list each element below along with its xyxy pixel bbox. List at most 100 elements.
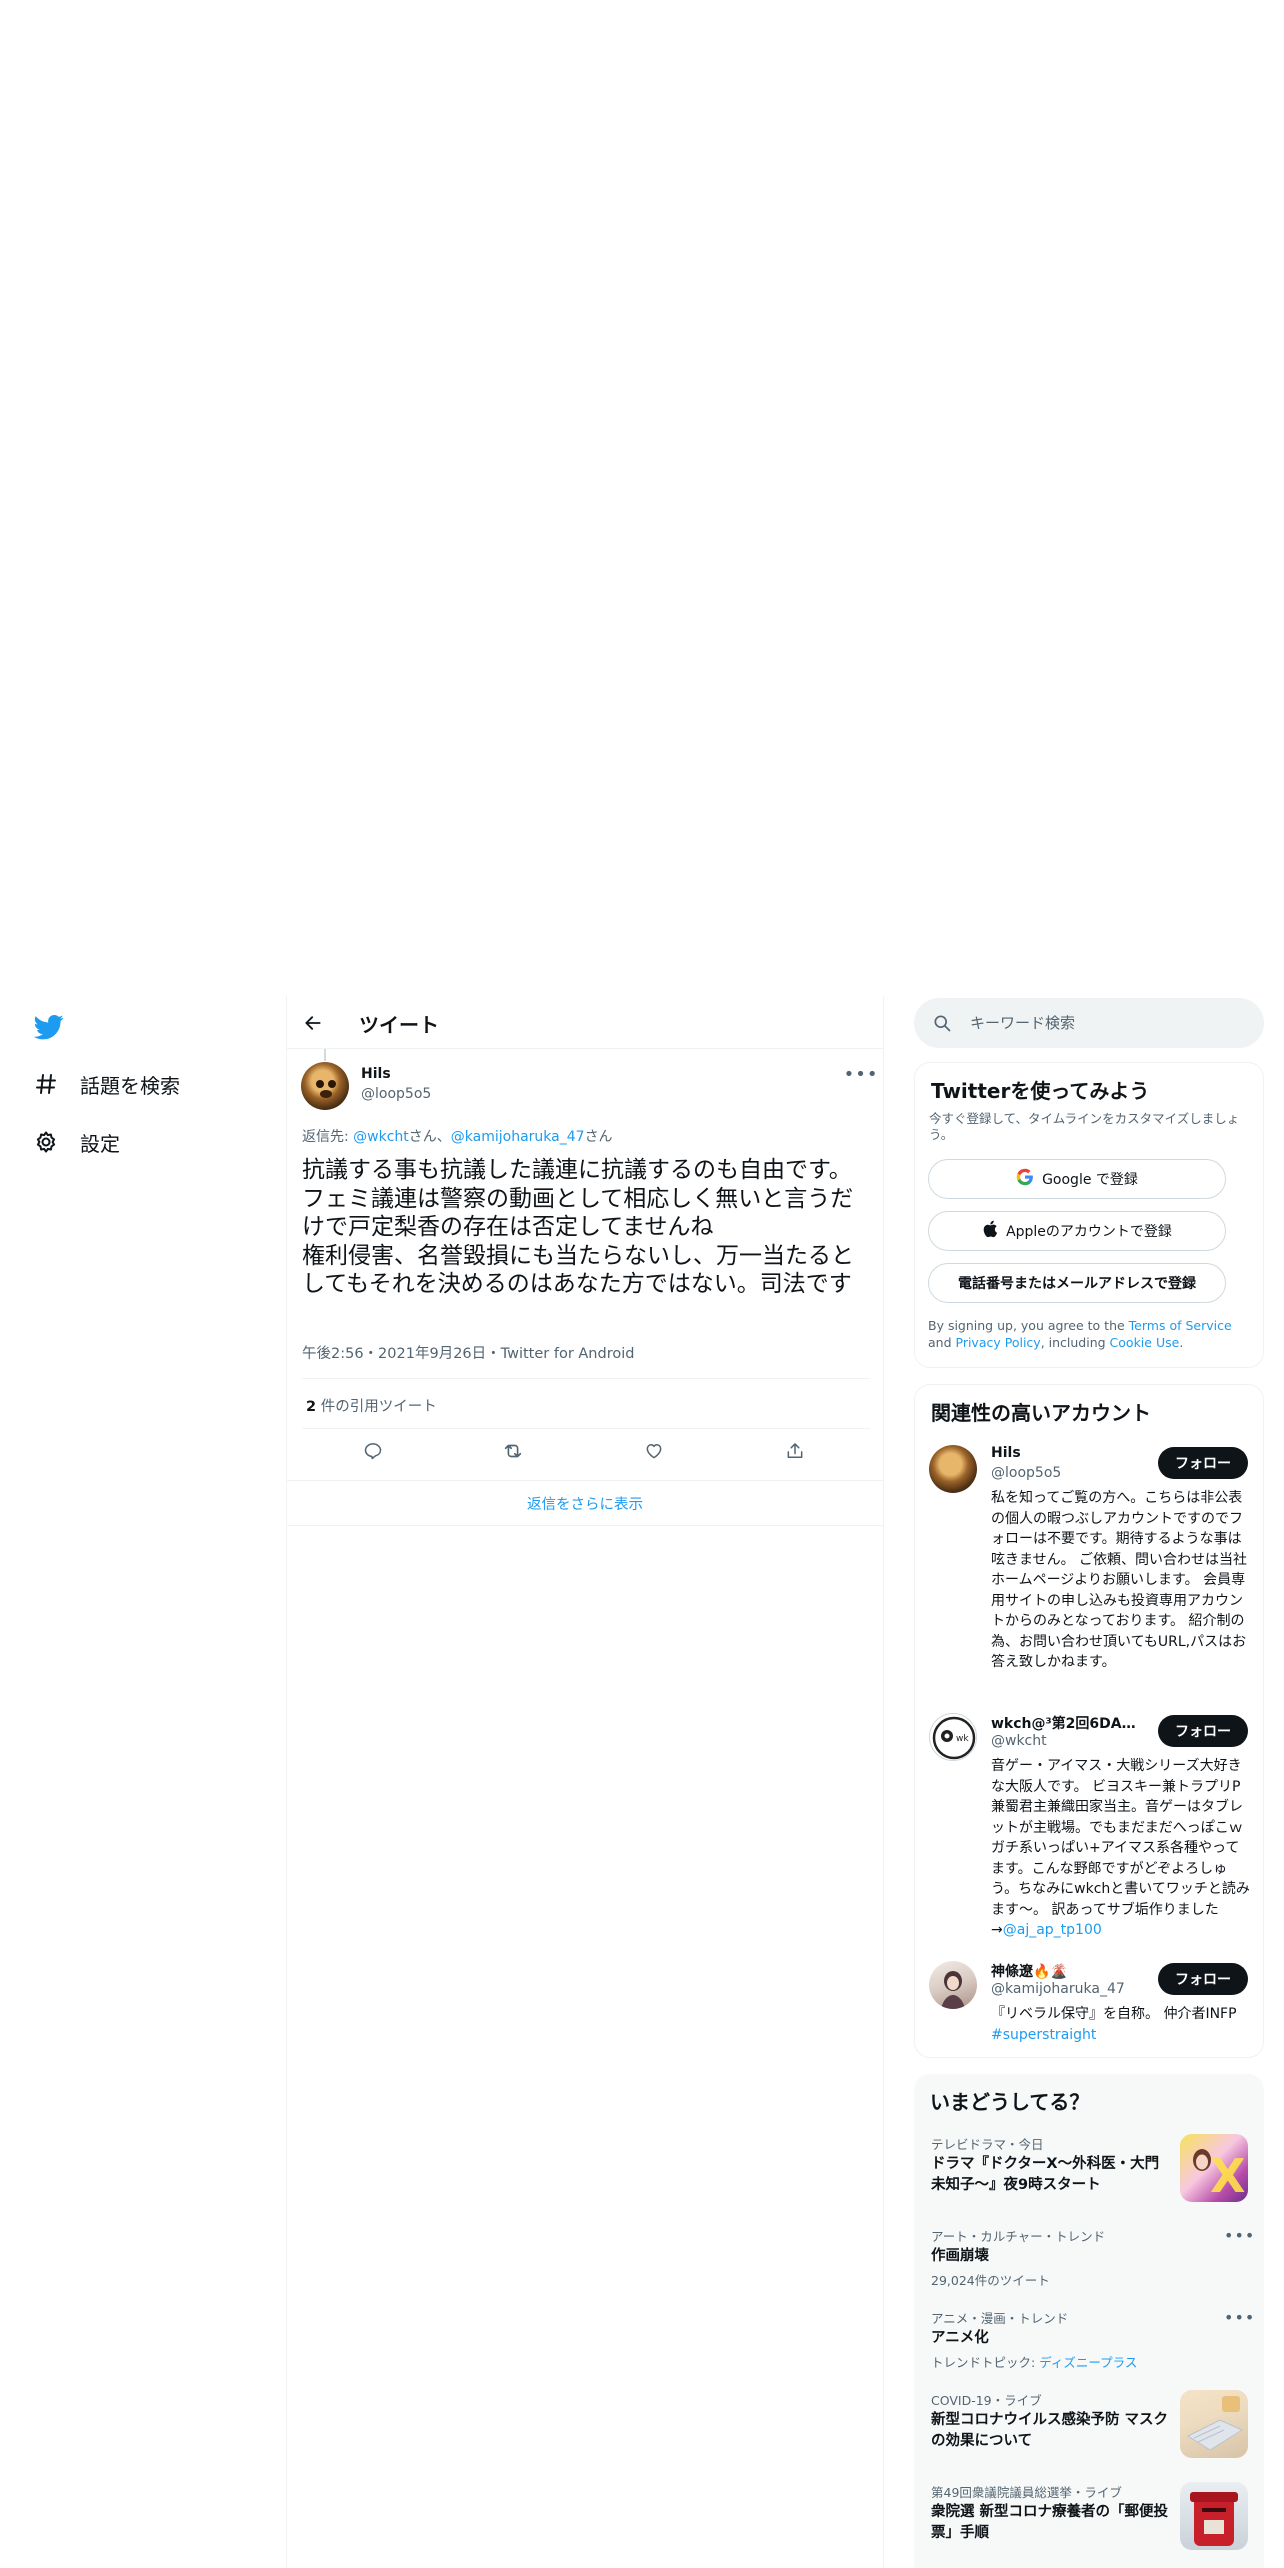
follow-button[interactable]: フォロー (1158, 1715, 1248, 1747)
avatar[interactable] (301, 1062, 349, 1110)
legal-text: , including (1040, 1335, 1110, 1350)
legal-text: . (1179, 1335, 1184, 1350)
tweet-timestamp[interactable]: 午後2:56・2021年9月26日・Twitter for Android (302, 1342, 634, 1363)
search-icon (932, 1013, 952, 1033)
divider (302, 1378, 870, 1379)
svg-text:X: X (1210, 2149, 1245, 2202)
more-options-icon[interactable]: ••• (844, 1062, 878, 1086)
account-bio: 私を知ってご覧の方へ。こちらは非公表の個人の暇つぶしアカウントですのでフォローは… (991, 1490, 1248, 1670)
reply-icon[interactable] (356, 1434, 390, 1468)
account-name[interactable]: 神條遼🔥🌋 (991, 1961, 1141, 1981)
google-signup-button[interactable]: Google で登録 (928, 1159, 1226, 1199)
more-options-icon[interactable]: ••• (1224, 2308, 1255, 2327)
back-arrow-icon[interactable] (297, 1007, 329, 1039)
trend-title: 新型コロナウイルス感染予防 マスクの効果について (931, 2412, 1169, 2449)
privacy-link[interactable]: Privacy Policy (956, 1335, 1041, 1350)
trend-meta: アニメ・漫画・トレンド (931, 2311, 1069, 2326)
apple-signup-label: Appleのアカウントで登録 (1006, 1224, 1172, 1240)
tweet-text: 抗議する事も抗議した議連に抗議するのも自由です。 フェミ議連は警察の動画として相… (302, 1157, 854, 1297)
nav-settings[interactable]: 設定 (32, 1122, 120, 1162)
trends-title: いまどうしてる？ (930, 2090, 1090, 2114)
related-title: 関連性の高いアカウント (931, 1401, 1151, 1425)
trend-title: ドラマ『ドクターX～外科医・大門未知子～』夜9時スタート (931, 2156, 1160, 2193)
gear-icon (32, 1128, 60, 1156)
trend-title: アニメ化 (931, 2330, 989, 2346)
avatar[interactable] (929, 1445, 977, 1493)
trend-meta: テレビドラマ・今日 (931, 2137, 1044, 2152)
signup-subtitle: 今すぐ登録して、タイムラインをカスタマイズしましょう。 (929, 1111, 1240, 1142)
trend-tweet-count: 29,024件のツイート (931, 2273, 1050, 2288)
show-more-replies-button[interactable]: 返信をさらに表示 (287, 1480, 883, 1526)
google-icon (1016, 1168, 1034, 1190)
signup-card: Twitterを使ってみよう 今すぐ登録して、タイムラインをカスタマイズしましょ… (914, 1062, 1264, 1368)
google-signup-label: Google で登録 (1042, 1172, 1138, 1188)
terms-link[interactable]: Terms of Service (1129, 1318, 1232, 1333)
trend-meta: 第49回衆議院議員総選挙・ライブ (931, 2485, 1122, 2500)
postbox-thumbnail (1180, 2482, 1248, 2550)
trend-item[interactable]: テレビドラマ・今日 ドラマ『ドクターX～外科医・大門未知子～』夜9時スタート X (914, 2134, 1264, 2206)
retweet-icon[interactable] (496, 1434, 530, 1468)
trend-topic: トレンドトピック: ディズニープラス (931, 2352, 1137, 2371)
quote-tweets-link[interactable]: 2 件の引用ツイート (306, 1395, 437, 1416)
trend-meta: COVID-19・ライブ (931, 2393, 1042, 2408)
follow-button[interactable]: フォロー (1158, 1447, 1248, 1479)
search-input[interactable] (970, 1014, 1240, 1032)
phone-email-signup-button[interactable]: 電話番号またはメールアドレスで登録 (928, 1263, 1226, 1303)
reply-user-link[interactable]: @wkcht (353, 1129, 409, 1145)
nav-explore[interactable]: 話題を検索 (32, 1064, 180, 1104)
mask-thumbnail (1180, 2390, 1248, 2458)
account-handle[interactable]: @wkcht (991, 1733, 1047, 1749)
related-accounts-card: 関連性の高いアカウント Hils @loop5o5 フォロー 私を知ってご覧の方… (914, 1384, 1264, 2058)
trend-topic-prefix: トレンドトピック: (931, 2355, 1040, 2370)
account-handle[interactable]: @loop5o5 (991, 1465, 1061, 1481)
trend-title: 衆院選 新型コロナ療養者の「郵便投票」手順 (931, 2504, 1169, 2541)
tweet-author-name[interactable]: Hils (361, 1066, 391, 1082)
cookie-link[interactable]: Cookie Use (1110, 1335, 1180, 1350)
page-title: ツイート (359, 1013, 439, 1037)
svg-text:wk: wk (956, 1734, 969, 1744)
bio-mention-link[interactable]: @aj_ap_tp100 (1003, 1922, 1102, 1938)
reply-suffix: さん (584, 1129, 613, 1145)
apple-signup-button[interactable]: Appleのアカウントで登録 (928, 1211, 1226, 1251)
trend-item[interactable]: アート・カルチャー・トレンド 作画崩壊 29,024件のツイート ••• (914, 2226, 1264, 2290)
account-bio: 音ゲー・アイマス・大戦シリーズ大好きな大阪人です。 ビヨスキー兼トラプリP兼蜀君… (991, 1756, 1251, 1941)
avatar[interactable]: wk (929, 1713, 977, 1761)
apple-icon (982, 1220, 998, 1242)
trend-topic-link[interactable]: ディズニープラス (1039, 2355, 1137, 2370)
phone-email-signup-label: 電話番号またはメールアドレスで登録 (958, 1276, 1196, 1292)
like-icon[interactable] (637, 1434, 671, 1468)
account-name[interactable]: Hils (991, 1445, 1141, 1461)
main-column: ツイート Hils @loop5o5 ••• 返信先: @wkchtさん、@ka… (286, 996, 884, 2568)
main-header: ツイート (287, 996, 883, 1049)
signup-legal: By signing up, you agree to the Terms of… (928, 1317, 1252, 1351)
signup-title: Twitterを使ってみよう (931, 1079, 1150, 1103)
more-options-icon[interactable]: ••• (1224, 2226, 1255, 2245)
follow-button[interactable]: フォロー (1158, 1963, 1248, 1995)
trend-title: 作画崩壊 (931, 2248, 989, 2264)
search-box[interactable] (914, 998, 1264, 1048)
trend-item[interactable]: アニメ・漫画・トレンド アニメ化 トレンドトピック: ディズニープラス ••• (914, 2308, 1264, 2372)
nav-settings-label: 設定 (80, 1131, 120, 1156)
twitter-bird-icon[interactable] (33, 1012, 64, 1042)
account-handle[interactable]: @kamijoharuka_47 (991, 1981, 1125, 1997)
trend-item[interactable]: 第49回衆議院議員総選挙・ライブ 衆院選 新型コロナ療養者の「郵便投票」手順 (914, 2482, 1264, 2554)
quote-label: 件の引用ツイート (316, 1399, 437, 1415)
thread-line (324, 1049, 326, 1061)
account-name[interactable]: wkch@³第2回6DANCE (991, 1713, 1141, 1733)
tweet-author-handle[interactable]: @loop5o5 (361, 1086, 431, 1102)
quote-count: 2 (306, 1399, 317, 1415)
reply-to: 返信先: @wkchtさん、@kamijoharuka_47さん (302, 1126, 613, 1146)
trend-item[interactable]: COVID-19・ライブ 新型コロナウイルス感染予防 マスクの効果について (914, 2390, 1264, 2462)
avatar[interactable] (929, 1961, 977, 2009)
legal-text: By signing up, you agree to the (928, 1318, 1129, 1333)
account-bio-text: 『リベラル保守』を自称。 仲介者INFP (991, 2006, 1237, 2022)
account-bio: 『リベラル保守』を自称。 仲介者INFP #superstraight (991, 2004, 1251, 2045)
share-icon[interactable] (778, 1434, 812, 1468)
legal-text: and (928, 1335, 956, 1350)
tweet-actions (287, 1424, 883, 1474)
bio-hashtag-link[interactable]: #superstraight (991, 2027, 1096, 2043)
account-bio-text: 音ゲー・アイマス・大戦シリーズ大好きな大阪人です。 ビヨスキー兼トラプリP兼蜀君… (991, 1758, 1250, 1938)
hashtag-icon (32, 1070, 60, 1098)
reply-user-link[interactable]: @kamijoharuka_47 (451, 1129, 585, 1145)
reply-prefix: 返信先: (302, 1129, 354, 1145)
